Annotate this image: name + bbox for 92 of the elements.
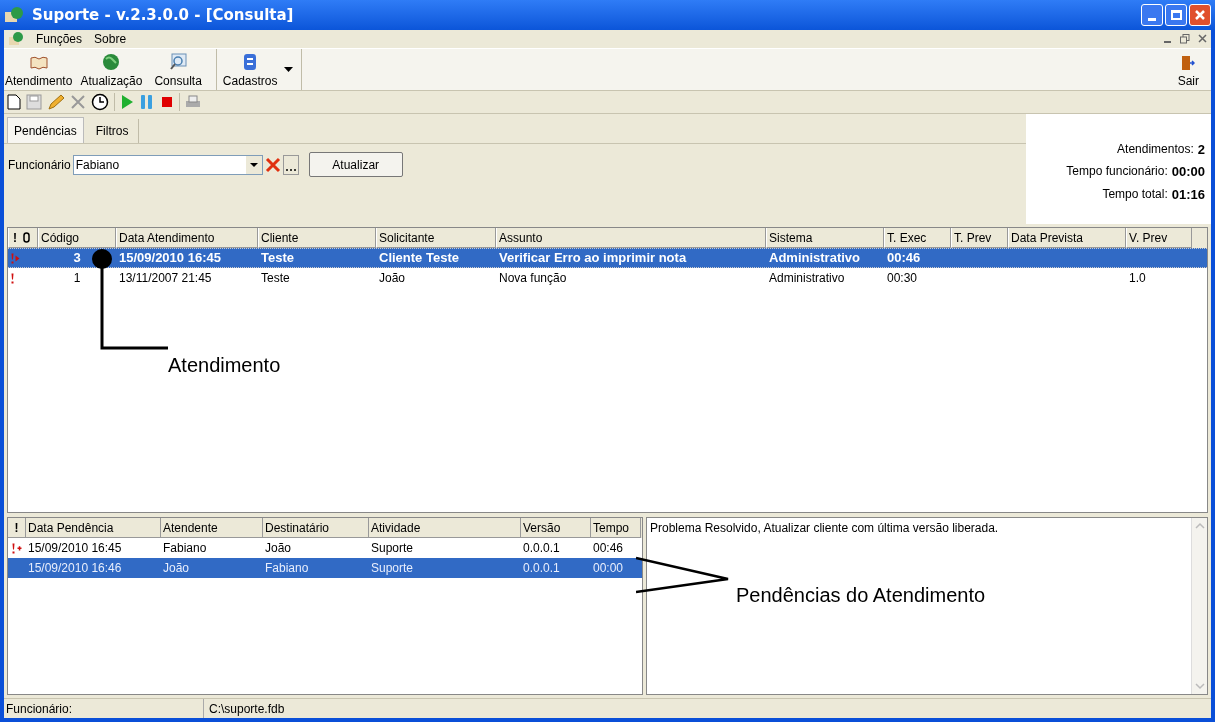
- pencil-icon[interactable]: [47, 94, 65, 110]
- pending-row[interactable]: 15/09/2010 16:46 João Fabiano Suporte 0.0.0.1 00:00: [8, 558, 642, 578]
- table-cell-text: João: [265, 540, 292, 557]
- tab[interactable]: Filtros: [85, 119, 140, 143]
- table-cell-text: 15/09/2010 16:46: [28, 560, 122, 577]
- summary-label: Atendimentos:: [1117, 140, 1194, 158]
- summary-value: 00:00: [1171, 163, 1205, 182]
- table-cell-text: 00:30: [887, 270, 918, 287]
- table-cell-text: 1.0: [1129, 270, 1146, 287]
- table-cell-text: João: [379, 270, 406, 287]
- save-icon[interactable]: [26, 94, 42, 110]
- database-icon: [242, 53, 259, 71]
- status-text: Funcionário:: [4, 699, 204, 718]
- table-cell-text: 1: [73, 270, 81, 287]
- app-icon: [4, 6, 24, 24]
- table-cell-text: Teste: [261, 270, 290, 287]
- table-cell-text: Cliente Teste: [379, 249, 459, 268]
- table-cell-text: Fabiano: [265, 560, 309, 577]
- table-cell-text: Fabiano: [163, 540, 207, 557]
- column-header[interactable]: Tempo: [591, 518, 641, 538]
- minimize-button[interactable]: [1141, 4, 1163, 26]
- table-cell-text: Administrativo: [769, 249, 860, 268]
- app-icon: [8, 32, 24, 46]
- book-icon: [29, 55, 48, 71]
- table-cell-text: 00:46: [887, 249, 921, 268]
- table-cell-text: 15/09/2010 16:45: [119, 249, 221, 268]
- annotation-label: Pendências do Atendimento: [736, 583, 986, 608]
- globe-icon: [102, 53, 121, 71]
- table-row[interactable]: 1 13/11/2007 21:45 Teste João Nova função Administrativo 00:30 1.0: [8, 268, 1207, 288]
- close-icon: [1194, 9, 1206, 21]
- table-cell-text: 00:46: [593, 540, 624, 557]
- scrollbar[interactable]: [1191, 518, 1207, 694]
- ellipsis-icon[interactable]: [282, 154, 299, 175]
- toolbar-button[interactable]: Cadastros: [216, 49, 284, 90]
- table-cell-text: 3: [73, 249, 81, 268]
- table-cell-text: 15/09/2010 16:45: [28, 540, 122, 557]
- toolbar-button[interactable]: Atualização: [74, 49, 149, 90]
- annotation-label: Atendimento: [168, 353, 281, 378]
- table-cell-text: Nova função: [499, 270, 567, 287]
- summary-value: 01:16: [1171, 185, 1205, 204]
- summary-value: 2: [1197, 140, 1205, 159]
- maximize-button[interactable]: [1165, 4, 1187, 26]
- table-cell-text: 0.0.0.1: [523, 540, 560, 557]
- close-button[interactable]: [1189, 4, 1211, 26]
- pending-row[interactable]: 15/09/2010 16:45 Fabiano João Suporte 0.0.0.1 00:46: [8, 538, 642, 558]
- flag-icon: [11, 542, 23, 554]
- table-cell-text: Verificar Erro ao imprimir nota: [499, 249, 687, 268]
- magnifier-icon: [169, 53, 188, 71]
- attachment-icon: [23, 232, 30, 243]
- table-cell-text: Suporte: [371, 540, 414, 557]
- exit-button[interactable]: Sair: [1165, 49, 1211, 90]
- dropdown-caret-icon[interactable]: [283, 66, 293, 73]
- close-icon[interactable]: [1198, 34, 1207, 43]
- new-document-icon[interactable]: [7, 94, 21, 110]
- restore-icon[interactable]: [1180, 34, 1190, 44]
- table-cell-text: João: [163, 560, 190, 577]
- menu-item[interactable]: Funções: [36, 30, 83, 48]
- flag-icon: [11, 252, 22, 264]
- play-icon[interactable]: [120, 94, 134, 110]
- table-row[interactable]: 3 15/09/2010 16:45 Teste Cliente Teste Verificar Erro ao imprimir nota Administrativo 00:46: [8, 248, 1207, 268]
- table-cell-text: Suporte: [371, 560, 414, 577]
- field-label: Funcionário: [8, 156, 71, 174]
- column-header[interactable]: Atividade: [369, 518, 521, 538]
- note-text: Problema Resolvido, Atualizar cliente com última versão liberada.: [649, 520, 1000, 537]
- delete-icon[interactable]: [70, 94, 86, 110]
- stop-icon[interactable]: [160, 95, 174, 109]
- tab[interactable]: Pendências: [7, 117, 84, 143]
- summary-label: Tempo funcionário:: [1066, 163, 1168, 181]
- caret-icon: [245, 155, 262, 174]
- column-header[interactable]: Atendente: [161, 518, 263, 538]
- refresh-button[interactable]: Atualizar: [308, 152, 403, 177]
- summary-label: Tempo total:: [1102, 185, 1168, 203]
- column-header[interactable]: Data Pendência: [26, 518, 161, 538]
- flag-icon: [11, 272, 14, 284]
- window-title: Suporte - v.2.3.0.0 - [Consulta]: [32, 4, 294, 26]
- menu-item[interactable]: Sobre: [94, 30, 127, 48]
- table-cell-text: 00:00: [593, 560, 624, 577]
- table-cell-text: Teste: [261, 249, 294, 268]
- toolbar-button[interactable]: Atendimento: [4, 49, 75, 90]
- table-cell-text: 0.0.0.1: [523, 560, 560, 577]
- column-header[interactable]: Versão: [521, 518, 591, 538]
- door-icon: [1181, 55, 1196, 71]
- clock-icon[interactable]: [91, 93, 109, 111]
- column-header[interactable]: Destinatário: [263, 518, 369, 538]
- printer-icon[interactable]: [185, 94, 201, 110]
- employee-dropdown[interactable]: Fabiano: [72, 154, 263, 175]
- column-header[interactable]: !: [8, 518, 26, 538]
- table-cell-text: 13/11/2007 21:45: [119, 270, 212, 287]
- toolbar-button[interactable]: Consulta: [148, 49, 208, 90]
- table-cell-text: Administrativo: [769, 270, 845, 287]
- status-text: C:\suporte.fdb: [208, 700, 286, 718]
- pause-icon[interactable]: [139, 94, 155, 110]
